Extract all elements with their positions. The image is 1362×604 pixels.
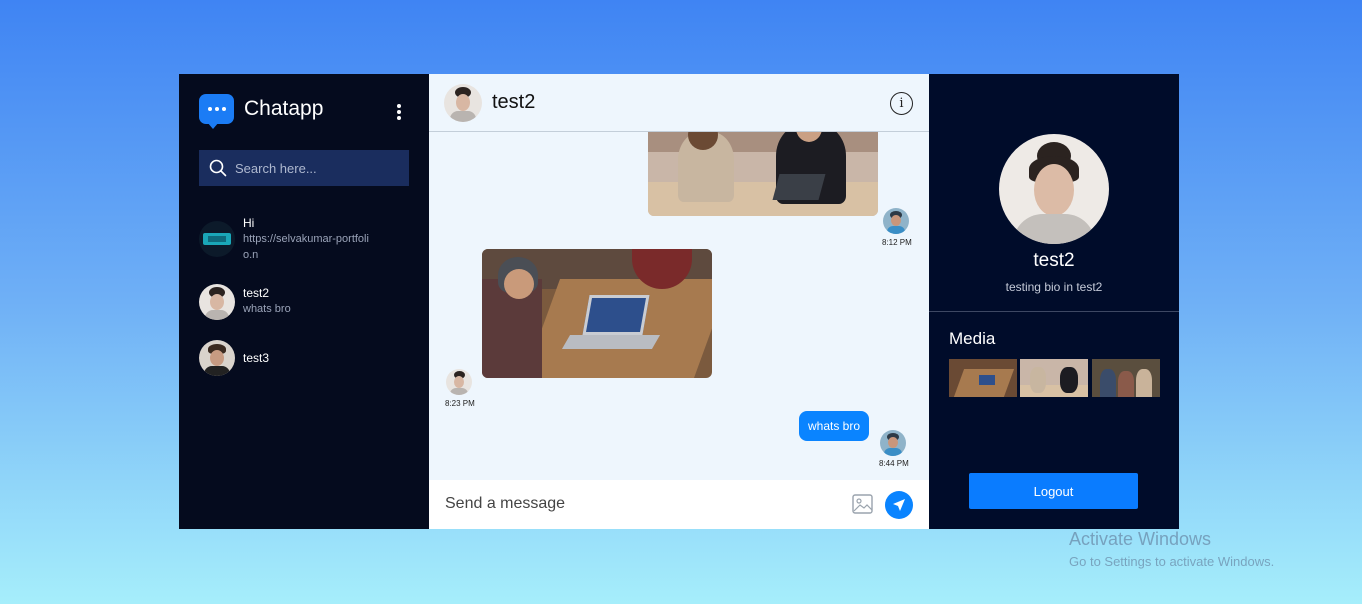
media-thumbnail[interactable] [949,359,1017,397]
info-icon[interactable]: i [890,92,913,115]
brand: Chatapp [199,94,324,129]
avatar [199,284,235,320]
chat-title: test2 [492,91,536,113]
chat-header: test2 i [429,74,929,132]
brand-name: Chatapp [244,97,324,120]
profile-bio: testing bio in test2 [1005,280,1103,294]
message-list: 8:12 PM 8:23 PM whats bro 8:44 PM [429,132,929,480]
search-icon [209,159,227,177]
profile-panel: test2 testing bio in test2 Media Logout [929,74,1179,529]
divider [929,311,1179,312]
contact-name: test3 [243,351,270,365]
logout-button[interactable]: Logout [969,473,1138,509]
media-title: Media [949,329,996,348]
message-time: 8:44 PM [879,459,909,468]
chat-panel: test2 i 8:12 PM 8:23 PM whats bro 8:44 P… [429,74,929,529]
contact-name: Hi [243,216,255,230]
contact-item-test2[interactable]: test2 whats bro [199,284,399,320]
profile-avatar [999,134,1109,244]
avatar [199,221,235,257]
media-thumbnail[interactable] [1092,359,1160,397]
avatar [880,430,906,456]
image-upload-icon[interactable] [852,494,873,514]
contact-item-hi[interactable]: Hi https://selvakumar-portfolio.n [199,216,399,263]
activate-windows-subtitle: Go to Settings to activate Windows. [1069,554,1275,569]
message-image[interactable] [482,249,712,378]
sidebar: Chatapp Hi https://selvakumar-portfolio.… [179,74,429,529]
message-bubble: whats bro [799,411,870,441]
send-button[interactable] [885,491,913,519]
message-input[interactable] [445,492,825,516]
contact-last-message: whats bro [243,303,291,315]
avatar [199,340,235,376]
message-composer [429,480,929,529]
more-menu-icon[interactable] [393,102,405,122]
contact-name: test2 [243,286,270,300]
message-image[interactable] [648,132,878,216]
chat-bubble-icon [199,94,234,129]
media-thumbnail[interactable] [1020,359,1088,397]
search-input[interactable] [235,160,405,176]
search-bar [199,150,409,186]
chat-app: Chatapp Hi https://selvakumar-portfolio.… [179,74,1179,529]
message-time: 8:23 PM [445,399,475,408]
activate-windows-title: Activate Windows [1069,529,1212,549]
avatar [446,369,472,395]
avatar [883,208,909,234]
message-time: 8:12 PM [882,238,912,247]
profile-name: test2 [1033,250,1075,271]
avatar [444,84,482,122]
contact-item-test3[interactable]: test3 [199,340,399,376]
contact-last-message: https://selvakumar-portfolio.n [243,233,369,261]
send-icon [893,499,905,511]
